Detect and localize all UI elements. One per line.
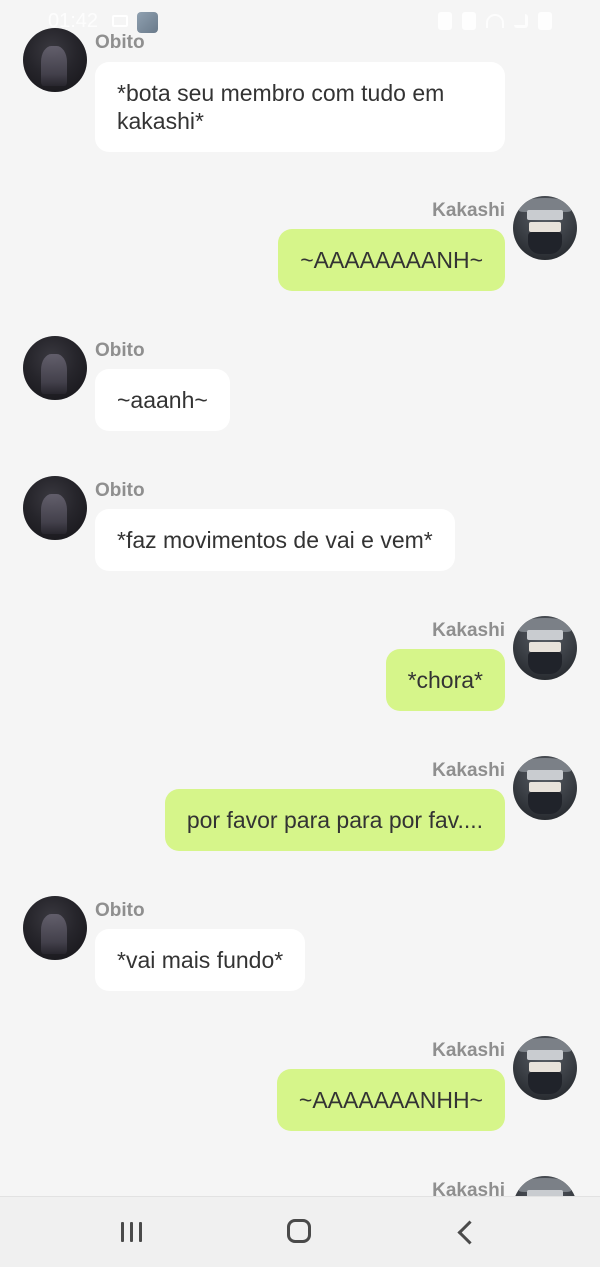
avatar-mask (528, 792, 562, 814)
signal-icon (514, 14, 528, 28)
alarm-icon (462, 12, 476, 30)
avatar-headband (527, 770, 563, 780)
home-icon[interactable] (287, 1219, 311, 1243)
avatar-mask (528, 1072, 562, 1094)
battery-icon (538, 12, 552, 30)
sender-name: Obito (95, 340, 145, 361)
back-icon[interactable] (457, 1220, 482, 1245)
status-time: 01:42 (48, 10, 99, 32)
lock-icon (438, 12, 452, 30)
sender-name: Kakashi (432, 620, 505, 641)
avatar-face (529, 782, 561, 792)
message-bubble[interactable]: ~aaanh~ (95, 369, 230, 431)
obito-avatar[interactable] (23, 476, 87, 540)
message-bubble[interactable]: ~AAAAAAAANH~ (278, 229, 505, 291)
message-bubble[interactable]: *bota seu membro com tudo em kakashi* (95, 62, 505, 152)
avatar-face (529, 222, 561, 232)
app-icon (137, 12, 158, 33)
navigation-bar (0, 1196, 600, 1267)
sender-name: Kakashi (432, 760, 505, 781)
sender-name: Obito (95, 480, 145, 501)
chat-area[interactable]: Obito *bota seu membro com tudo em kakas… (0, 0, 600, 1197)
sender-name: Kakashi (432, 1180, 505, 1197)
obito-avatar[interactable] (23, 336, 87, 400)
kakashi-avatar[interactable] (513, 1176, 577, 1197)
message-bubble[interactable]: ~AAAAAAANHH~ (276, 1069, 505, 1131)
avatar-mask (528, 232, 562, 254)
message-bubble[interactable]: por favor para para por fav.... (164, 789, 505, 851)
status-icons (438, 12, 552, 30)
avatar-headband (527, 1050, 563, 1060)
kakashi-avatar[interactable] (513, 196, 577, 260)
avatar-headband (527, 630, 563, 640)
recent-apps-icon[interactable] (121, 1222, 143, 1242)
obito-avatar[interactable] (23, 896, 87, 960)
sender-name: Kakashi (432, 1040, 505, 1061)
avatar-headband (527, 210, 563, 220)
sender-name: Kakashi (432, 200, 505, 221)
avatar-face (529, 642, 561, 652)
sender-name: Obito (95, 900, 145, 921)
status-bar: 01:42 (0, 0, 600, 44)
avatar-mask (528, 652, 562, 674)
kakashi-avatar[interactable] (513, 1036, 577, 1100)
kakashi-avatar[interactable] (513, 756, 577, 820)
kakashi-avatar[interactable] (513, 616, 577, 680)
message-icon (112, 15, 128, 27)
wifi-icon (486, 14, 504, 28)
message-bubble[interactable]: *chora* (385, 649, 505, 711)
message-bubble[interactable]: *faz movimentos de vai e vem* (95, 509, 455, 571)
message-bubble[interactable]: *vai mais fundo* (95, 929, 306, 991)
avatar-face (529, 1062, 561, 1072)
